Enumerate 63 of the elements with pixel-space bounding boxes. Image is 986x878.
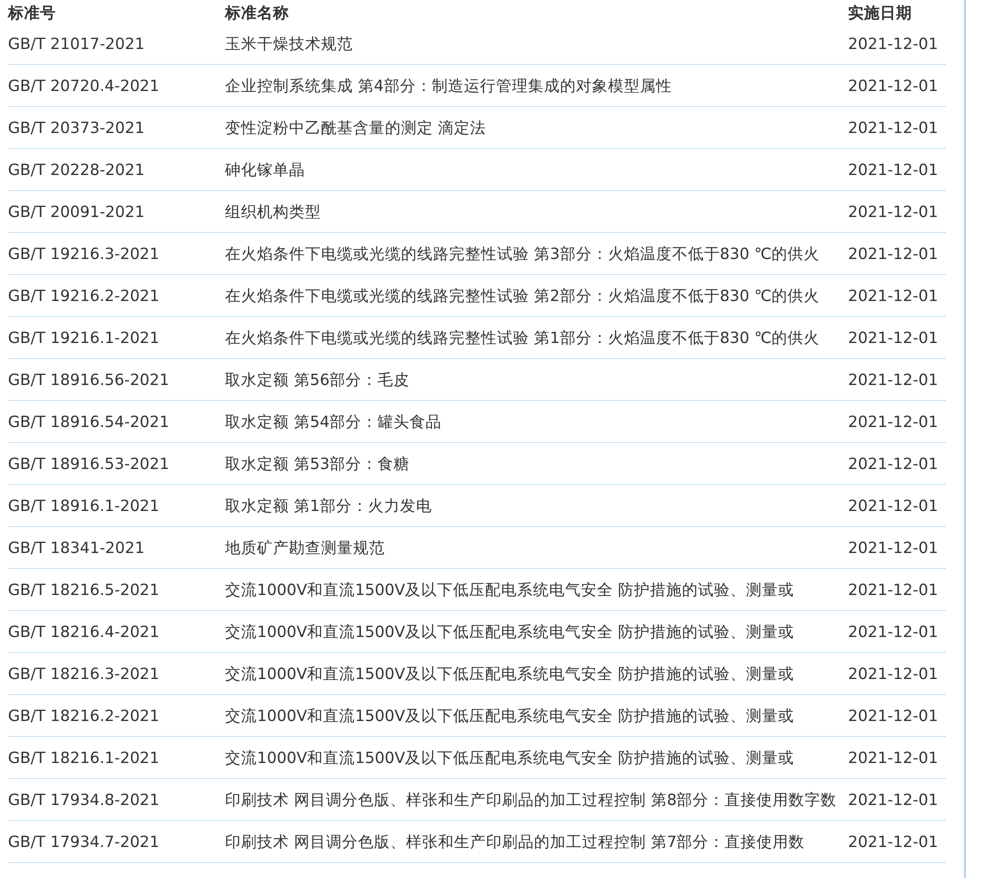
table-cell: 2021-12-01 bbox=[848, 539, 938, 557]
table-cell: GB/T 20228-2021 bbox=[8, 161, 145, 179]
column-header: 实施日期 bbox=[848, 4, 912, 22]
table-cell[interactable]: 交流1000V和直流1500V及以下低压配电系统电气安全 防护措施的试验、测量或 bbox=[225, 581, 794, 599]
table-cell: GB/T 18916.53-2021 bbox=[8, 455, 170, 473]
table-cell[interactable]: 交流1000V和直流1500V及以下低压配电系统电气安全 防护措施的试验、测量或 bbox=[225, 623, 794, 641]
table-cell: 2021-12-01 bbox=[848, 203, 938, 221]
table-cell[interactable]: 印刷技术 网目调分色版、样张和生产印刷品的加工过程控制 第7部分：直接使用数 bbox=[225, 833, 805, 851]
table-cell: 2021-12-01 bbox=[848, 791, 938, 809]
table-cell: GB/T 19216.1-2021 bbox=[8, 329, 160, 347]
table-cell: GB/T 21017-2021 bbox=[8, 35, 145, 53]
table-cell: GB/T 17934.8-2021 bbox=[8, 791, 160, 809]
table-cell: 2021-12-01 bbox=[848, 77, 938, 95]
table-cell[interactable]: 印刷技术 网目调分色版、样张和生产印刷品的加工过程控制 第8部分：直接使用数字数 bbox=[225, 791, 837, 809]
table-cell: 2021-12-01 bbox=[848, 497, 938, 515]
table-cell[interactable]: 取水定额 第56部分：毛皮 bbox=[225, 371, 410, 389]
table-cell[interactable]: 取水定额 第54部分：罐头食品 bbox=[225, 413, 442, 431]
table-cell: GB/T 20091-2021 bbox=[8, 203, 145, 221]
table-cell: 2021-12-01 bbox=[848, 833, 938, 851]
table-cell: GB/T 18916.56-2021 bbox=[8, 371, 170, 389]
table-cell: 2021-12-01 bbox=[848, 35, 938, 53]
column-header: 标准名称 bbox=[225, 4, 289, 22]
table-cell[interactable]: 交流1000V和直流1500V及以下低压配电系统电气安全 防护措施的试验、测量或 bbox=[225, 665, 794, 683]
table-cell: 2021-12-01 bbox=[848, 623, 938, 641]
table-cell: GB/T 18216.3-2021 bbox=[8, 665, 160, 683]
table-cell: GB/T 20720.4-2021 bbox=[8, 77, 160, 95]
table-cell[interactable]: 地质矿产勘查测量规范 bbox=[225, 539, 385, 557]
table-cell: GB/T 20373-2021 bbox=[8, 119, 145, 137]
table-cell[interactable]: 砷化镓单晶 bbox=[225, 161, 305, 179]
table-cell: GB/T 17934.7-2021 bbox=[8, 833, 160, 851]
table-cell: 2021-12-01 bbox=[848, 329, 938, 347]
table-cell[interactable]: 组织机构类型 bbox=[225, 203, 321, 221]
table-cell: 2021-12-01 bbox=[848, 665, 938, 683]
table-cell[interactable]: 取水定额 第1部分：火力发电 bbox=[225, 497, 432, 515]
table-cell: 2021-12-01 bbox=[848, 119, 938, 137]
table-cell: GB/T 18216.1-2021 bbox=[8, 749, 160, 767]
table-cell: 2021-12-01 bbox=[848, 245, 938, 263]
table-cell: GB/T 18216.2-2021 bbox=[8, 707, 160, 725]
table-cell[interactable]: 取水定额 第53部分：食糖 bbox=[225, 455, 410, 473]
table-cell: 2021-12-01 bbox=[848, 707, 938, 725]
table-cell: GB/T 18916.1-2021 bbox=[8, 497, 160, 515]
table-cell[interactable]: 交流1000V和直流1500V及以下低压配电系统电气安全 防护措施的试验、测量或 bbox=[225, 707, 794, 725]
table-cell[interactable]: 交流1000V和直流1500V及以下低压配电系统电气安全 防护措施的试验、测量或 bbox=[225, 749, 794, 767]
table-cell: GB/T 19216.2-2021 bbox=[8, 287, 160, 305]
table-cell[interactable]: 在火焰条件下电缆或光缆的线路完整性试验 第1部分：火焰温度不低于830 ℃的供火 bbox=[225, 329, 820, 347]
table-cell: 2021-12-01 bbox=[848, 161, 938, 179]
table-cell[interactable]: 在火焰条件下电缆或光缆的线路完整性试验 第2部分：火焰温度不低于830 ℃的供火 bbox=[225, 287, 820, 305]
table-cell: GB/T 18916.54-2021 bbox=[8, 413, 170, 431]
table-cell[interactable]: 变性淀粉中乙酰基含量的测定 滴定法 bbox=[225, 119, 486, 137]
table-cell: GB/T 18341-2021 bbox=[8, 539, 145, 557]
table-cell: 2021-12-01 bbox=[848, 455, 938, 473]
table-cell: GB/T 19216.3-2021 bbox=[8, 245, 160, 263]
table-cell: GB/T 18216.5-2021 bbox=[8, 581, 160, 599]
table-cell: 2021-12-01 bbox=[848, 749, 938, 767]
table-cell: 2021-12-01 bbox=[848, 371, 938, 389]
table-cell: 2021-12-01 bbox=[848, 413, 938, 431]
table-cell[interactable]: 企业控制系统集成 第4部分：制造运行管理集成的对象模型属性 bbox=[225, 77, 672, 95]
table-cell: 2021-12-01 bbox=[848, 581, 938, 599]
column-header: 标准号 bbox=[8, 4, 56, 22]
table-cell[interactable]: 在火焰条件下电缆或光缆的线路完整性试验 第3部分：火焰温度不低于830 ℃的供火 bbox=[225, 245, 820, 263]
table-cell[interactable]: 玉米干燥技术规范 bbox=[225, 35, 353, 53]
table-cell: GB/T 18216.4-2021 bbox=[8, 623, 160, 641]
table-cell: 2021-12-01 bbox=[848, 287, 938, 305]
